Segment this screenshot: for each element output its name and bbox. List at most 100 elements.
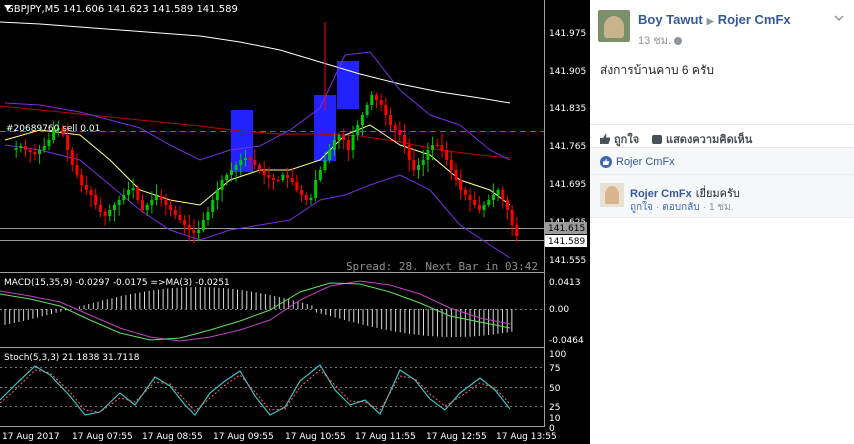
stoch-tick: 10	[549, 414, 561, 424]
trade-label: #20689760 sell 0.01	[6, 124, 100, 134]
candle-body	[75, 165, 79, 175]
candle-body	[295, 182, 299, 190]
candle-body	[47, 140, 51, 146]
candle-body	[229, 170, 233, 175]
facebook-post-panel: Boy Tawut ▶ Rojer CmFx 13 ชม. ส่งการบ้านคา…	[590, 0, 854, 444]
like-badge-icon	[600, 156, 612, 168]
commenter-avatar[interactable]	[600, 183, 624, 207]
author-name-link[interactable]: Boy Tawut	[638, 12, 703, 27]
triangle-right-icon: ▶	[706, 16, 714, 26]
candle-body	[300, 190, 304, 195]
candle-body	[136, 188, 140, 200]
time-tick: 17 Aug 13:55	[496, 432, 557, 442]
candle-body	[356, 125, 360, 135]
comment-icon	[652, 135, 662, 144]
candle-body	[89, 190, 93, 195]
candle-body	[393, 125, 397, 130]
candle-body	[351, 135, 355, 150]
target-name-link[interactable]: Rojer CmFx	[718, 12, 791, 27]
candle-body	[426, 150, 430, 160]
mt4-chart-window[interactable]: GBPJPY,M5 141.606 141.623 141.589 141.58…	[0, 0, 590, 444]
price-tick: 141.905	[549, 67, 586, 77]
like-button[interactable]: ถูกใจ	[600, 130, 639, 148]
comment-actions: ถูกใจ · ตอบกลับ · 1 ชม.	[630, 200, 733, 215]
candle-body	[445, 150, 449, 160]
post-time[interactable]: 13 ชม.	[638, 35, 671, 47]
candle-body	[103, 212, 107, 216]
bollinger-lower	[4, 144, 511, 259]
candle-body	[131, 188, 135, 190]
candle-body	[155, 196, 159, 200]
candle-body	[33, 152, 37, 154]
price-chart[interactable]: GBPJPY,M5 141.606 141.623 141.589 141.58…	[0, 0, 590, 444]
candle-body	[332, 140, 336, 150]
stoch-tick: 75	[549, 364, 560, 374]
candle-body	[117, 200, 121, 205]
candle-body	[384, 105, 388, 115]
candle-body	[337, 135, 341, 140]
liked-by-link[interactable]: Rojer CmFx	[616, 156, 675, 168]
bid-price-value: 141.589	[548, 237, 585, 247]
candle-body	[173, 210, 177, 215]
price-tick: 141.695	[549, 180, 586, 190]
post-actions-bar: ถูกใจ แสดงความคิดเห็น	[590, 124, 854, 148]
macd-tick: 0.0413	[549, 278, 581, 288]
comment-like-link[interactable]: ถูกใจ	[630, 202, 653, 213]
candle-body	[126, 190, 130, 195]
author-avatar[interactable]	[598, 10, 630, 42]
candle-body	[468, 195, 472, 200]
post-meta: 13 ชม.	[638, 31, 683, 49]
candle-body	[314, 180, 318, 198]
candle-body	[84, 185, 88, 190]
candle-body	[505, 200, 509, 210]
candle-body	[379, 100, 383, 105]
stoch-axis: 100 75 50 25 10 0	[549, 350, 566, 434]
candle-body	[454, 170, 458, 180]
candle-body	[183, 220, 187, 225]
chevron-down-icon[interactable]	[834, 13, 844, 23]
symbol-header: GBPJPY,M5 141.606 141.623 141.589 141.58…	[6, 4, 238, 15]
comment-reply-link[interactable]: ตอบกลับ	[662, 202, 699, 213]
candle-body	[318, 170, 322, 180]
candle-body	[159, 196, 163, 200]
candle-body	[449, 160, 453, 170]
ask-price-value: 141.615	[548, 224, 585, 234]
candle-body	[435, 145, 439, 146]
candle-body	[220, 180, 224, 190]
macd-axis: 0.0413 0.00 -0.0464	[549, 278, 584, 346]
stoch-main-line	[0, 364, 511, 416]
candle-body	[267, 175, 271, 178]
candle-body	[412, 160, 416, 170]
commenter-name-link[interactable]: Rojer CmFx	[630, 188, 692, 200]
price-tick: 141.975	[549, 29, 586, 39]
candle-body	[482, 205, 486, 210]
candle-body	[515, 225, 519, 236]
candle-body	[286, 175, 290, 178]
candle-body	[407, 145, 411, 160]
candle-body	[374, 95, 378, 100]
stoch-tick: 100	[549, 350, 566, 360]
candle-body	[19, 146, 23, 148]
globe-icon	[674, 37, 683, 45]
comment-button[interactable]: แสดงความคิดเห็น	[652, 130, 752, 148]
candle-body	[473, 200, 477, 205]
candle-body	[248, 158, 252, 160]
likes-summary: Rojer CmFx	[590, 148, 854, 175]
dropdown-triangle-icon[interactable]	[2, 2, 14, 14]
bollinger-upper	[4, 51, 511, 161]
candle-body	[66, 135, 70, 150]
candle-body	[501, 190, 505, 200]
stoch-label: Stoch(5,3,3) 21.1838 31.7118	[4, 353, 140, 363]
candle-body	[80, 175, 84, 185]
comment-time[interactable]: 1 ชม.	[709, 202, 734, 213]
macd-tick: 0.00	[549, 305, 569, 315]
price-tick: 141.555	[549, 256, 586, 266]
candle-body	[309, 198, 313, 200]
candle-body	[206, 212, 210, 220]
candle-body	[122, 195, 126, 200]
candle-body	[421, 160, 425, 165]
candle-body	[262, 170, 266, 175]
macd-label: MACD(15,35,9) -0.0297 -0.0175 =>MA(3) -0…	[4, 278, 230, 288]
macd-main-line	[0, 282, 511, 341]
time-tick: 17 Aug 11:55	[355, 432, 416, 442]
